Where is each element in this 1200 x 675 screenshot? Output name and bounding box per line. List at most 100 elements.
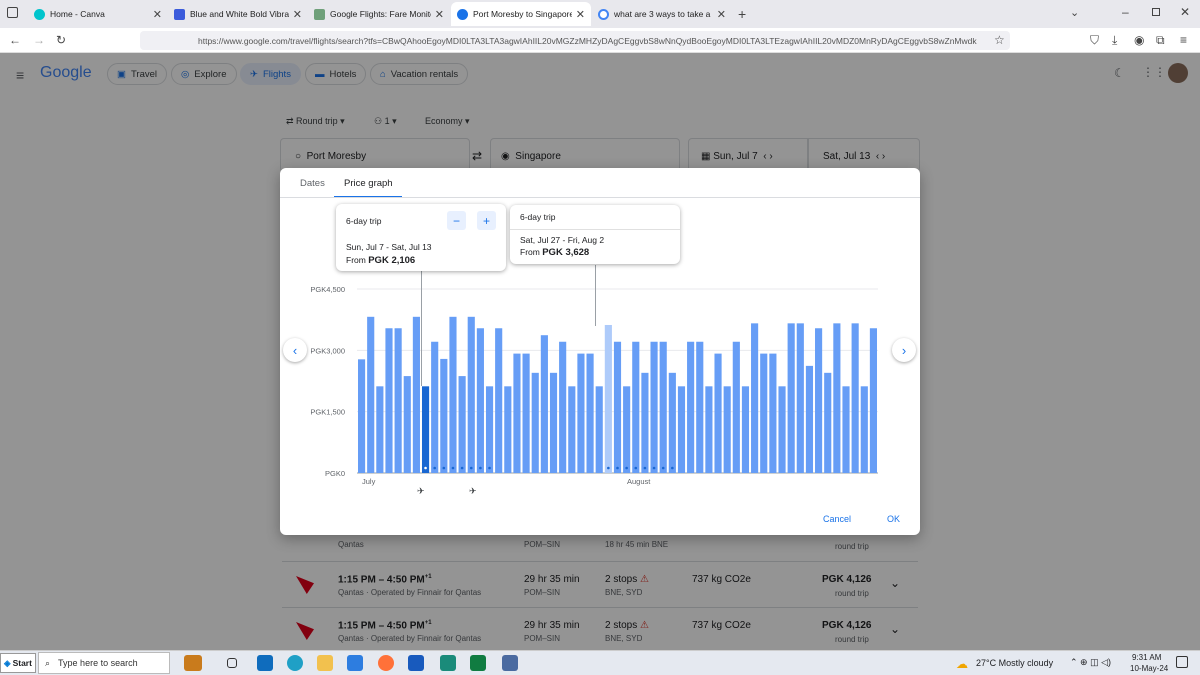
price-bar[interactable] xyxy=(714,353,722,473)
file-explorer-icon[interactable] xyxy=(317,655,333,671)
back-icon[interactable]: ← xyxy=(9,33,21,47)
close-tab-icon[interactable]: ✕ xyxy=(717,8,726,21)
price-bar[interactable] xyxy=(732,341,740,473)
price-bar[interactable] xyxy=(696,341,704,473)
clock-date[interactable]: 10-May-24 xyxy=(1130,664,1168,673)
price-bar[interactable] xyxy=(632,341,640,473)
price-bar[interactable] xyxy=(650,341,658,473)
price-bar[interactable] xyxy=(824,372,832,473)
price-bar[interactable] xyxy=(815,328,823,473)
price-bar[interactable] xyxy=(385,328,393,473)
browser-tab[interactable]: Google Flights: Fare Monitoring ✕ xyxy=(308,2,450,26)
price-bar[interactable] xyxy=(440,358,448,473)
price-bar[interactable] xyxy=(358,359,366,473)
price-bar[interactable] xyxy=(659,341,667,473)
price-bar[interactable] xyxy=(531,372,539,473)
price-bar[interactable] xyxy=(376,386,384,473)
price-bar[interactable] xyxy=(394,328,402,473)
price-bar[interactable] xyxy=(869,328,877,473)
price-bar[interactable] xyxy=(504,386,512,473)
price-bar[interactable] xyxy=(760,353,768,473)
price-bar[interactable] xyxy=(842,386,850,473)
notification-icon[interactable] xyxy=(1176,656,1188,668)
price-bar[interactable] xyxy=(641,372,649,473)
menu-icon[interactable]: ≡ xyxy=(1180,33,1187,47)
price-bar[interactable] xyxy=(778,386,786,473)
price-bar[interactable] xyxy=(568,386,576,473)
price-bar[interactable] xyxy=(549,372,558,473)
price-bar[interactable] xyxy=(751,323,759,473)
browser-tab[interactable]: Blue and White Bold Vibrant To ✕ xyxy=(168,2,308,26)
excel-icon[interactable] xyxy=(470,655,486,671)
system-tray-icons[interactable]: ⌃ ⊕ ◫ ◁) xyxy=(1070,657,1111,668)
price-bar[interactable] xyxy=(723,386,731,473)
pocket-icon[interactable]: ⛉ xyxy=(1090,33,1099,48)
new-tab-icon[interactable]: + xyxy=(738,6,746,22)
close-tab-icon[interactable]: ✕ xyxy=(576,8,585,21)
browser-tab-active[interactable]: Port Moresby to Singapore | Go ✕ xyxy=(451,2,591,26)
price-bar[interactable] xyxy=(522,353,530,473)
price-bar[interactable] xyxy=(367,316,375,473)
start-button[interactable]: ◈ Start xyxy=(0,653,36,673)
price-bar[interactable] xyxy=(796,323,804,473)
reload-icon[interactable]: ↻ xyxy=(56,33,66,47)
account-icon[interactable]: ◉ xyxy=(1134,33,1144,47)
edge-icon[interactable] xyxy=(287,655,303,671)
price-bar[interactable] xyxy=(540,335,548,473)
price-bar[interactable] xyxy=(595,386,603,473)
price-bar[interactable] xyxy=(705,386,713,473)
price-bar[interactable] xyxy=(467,316,475,473)
previous-dates-button[interactable]: ‹ xyxy=(283,338,307,362)
price-bar[interactable] xyxy=(833,323,841,473)
browser-tab[interactable]: Home - Canva ✕ xyxy=(28,2,168,26)
weather-text[interactable]: 27°C Mostly cloudy xyxy=(976,658,1053,668)
chevron-down-icon[interactable]: ⌄ xyxy=(1070,6,1079,19)
price-bar[interactable] xyxy=(613,341,622,473)
price-bar[interactable] xyxy=(741,386,750,473)
price-bar-hovered[interactable] xyxy=(604,324,612,473)
price-bar-selected[interactable] xyxy=(421,386,430,473)
increase-trip-length-button[interactable]: + xyxy=(477,211,496,230)
price-bar[interactable] xyxy=(687,341,695,473)
close-tab-icon[interactable]: ✕ xyxy=(293,8,302,21)
mail-icon[interactable] xyxy=(257,655,273,671)
download-icon[interactable]: ⤓ xyxy=(1112,33,1117,48)
price-bar[interactable] xyxy=(860,386,868,473)
minimize-icon[interactable]: – xyxy=(1122,5,1129,19)
price-bar[interactable] xyxy=(668,372,676,473)
price-bar[interactable] xyxy=(485,386,494,473)
address-bar[interactable]: https://www.google.com/travel/flights/se… xyxy=(140,31,1010,50)
price-bar[interactable] xyxy=(586,353,594,473)
close-tab-icon[interactable]: ✕ xyxy=(435,8,444,21)
powerpoint-icon[interactable] xyxy=(440,655,456,671)
close-tab-icon[interactable]: ✕ xyxy=(153,8,162,21)
tab-list-icon[interactable] xyxy=(7,7,18,18)
briefcase-icon[interactable] xyxy=(184,655,202,671)
browser-tab[interactable]: what are 3 ways to take a screen ✕ xyxy=(592,2,732,26)
price-bar[interactable] xyxy=(513,353,521,473)
next-dates-button[interactable]: › xyxy=(892,338,916,362)
price-bar[interactable] xyxy=(623,386,631,473)
restore-icon[interactable] xyxy=(1152,8,1160,16)
price-bar[interactable] xyxy=(787,323,795,473)
price-bar[interactable] xyxy=(769,353,777,473)
price-bar[interactable] xyxy=(476,328,484,473)
price-bar[interactable] xyxy=(458,376,466,473)
cancel-button[interactable]: Cancel xyxy=(823,514,851,524)
decrease-trip-length-button[interactable]: − xyxy=(447,211,466,230)
word-icon[interactable] xyxy=(408,655,424,671)
task-view-icon[interactable] xyxy=(227,658,237,668)
calculator-icon[interactable] xyxy=(502,655,518,671)
ok-button[interactable]: OK xyxy=(887,514,900,524)
price-bar[interactable] xyxy=(495,328,503,473)
price-bar[interactable] xyxy=(805,365,814,473)
bookmark-star-icon[interactable]: ☆ xyxy=(994,33,1005,47)
store-icon[interactable] xyxy=(347,655,363,671)
price-bar[interactable] xyxy=(677,386,686,473)
extensions-icon[interactable]: ⧉ xyxy=(1156,33,1165,48)
price-bar[interactable] xyxy=(559,341,567,473)
taskbar-search[interactable]: ⌕ Type here to search xyxy=(38,652,170,674)
forward-icon[interactable]: → xyxy=(33,33,45,47)
clock-time[interactable]: 9:31 AM xyxy=(1132,653,1161,662)
price-bar[interactable] xyxy=(851,323,859,473)
